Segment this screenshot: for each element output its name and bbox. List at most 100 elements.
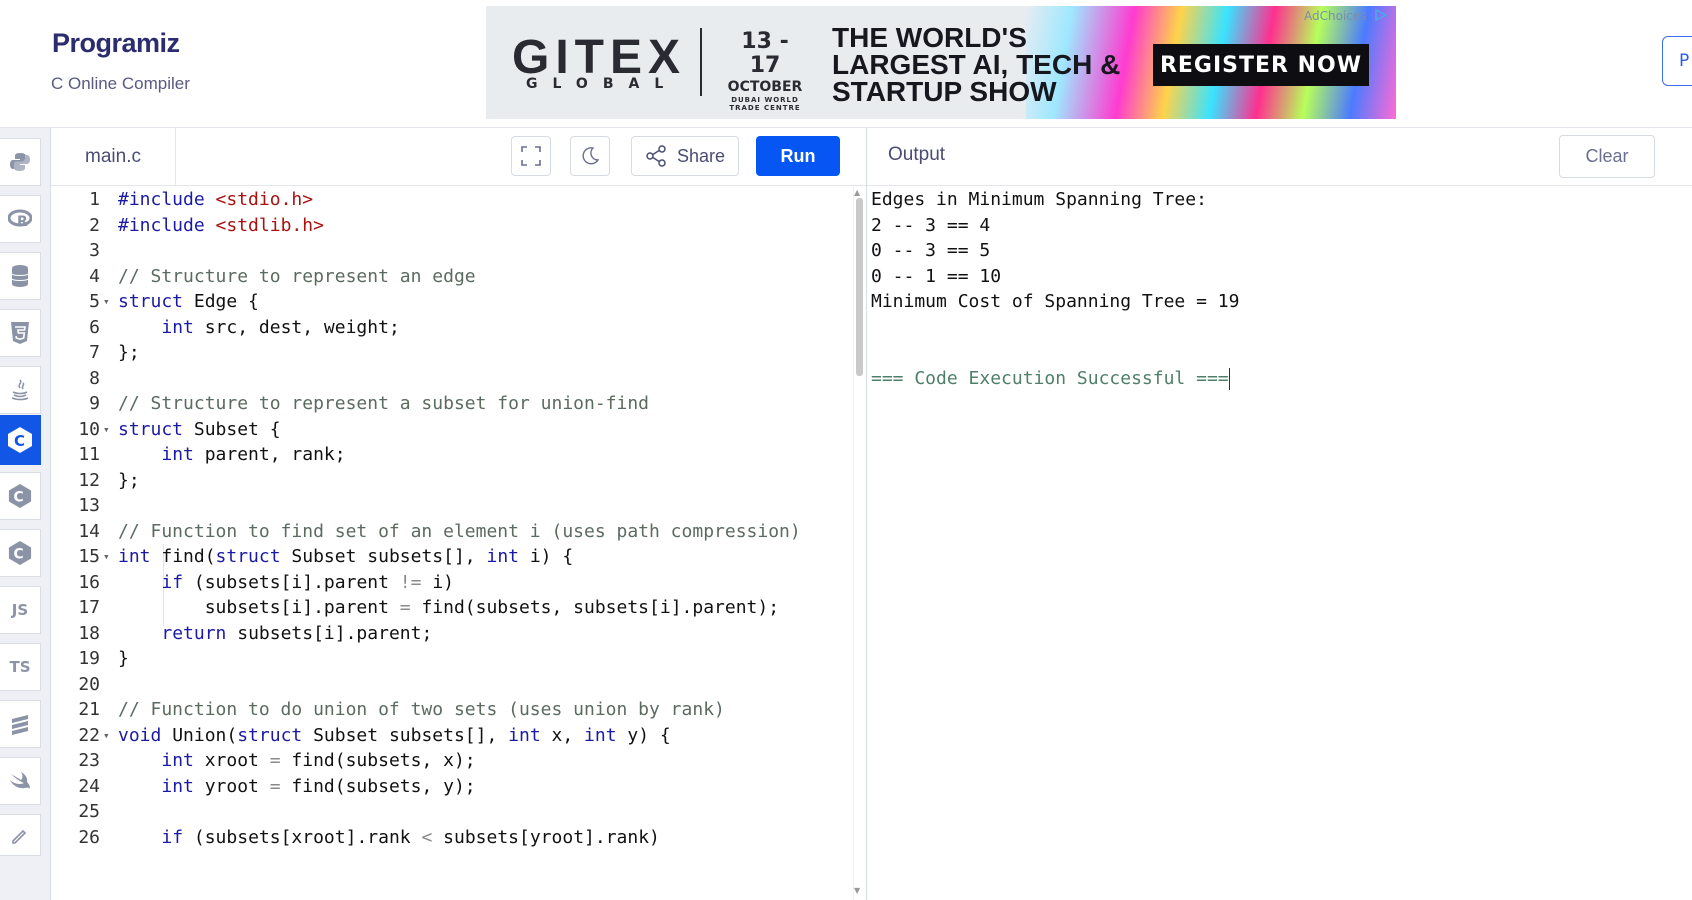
sidebar-item-csharp[interactable]: C [0,529,41,577]
clear-button[interactable]: Clear [1559,135,1655,178]
code-line[interactable]: 26 if (subsets[xroot].rank < subsets[yro… [51,824,851,852]
sidebar-item-c[interactable]: C [0,415,41,465]
output-line: 0 -- 1 == 10 [871,265,1002,287]
code-text: void Union(struct Subset subsets[], int … [118,724,671,746]
code-text: struct Edge { [118,291,259,312]
text-cursor [1228,367,1230,390]
code-line[interactable]: 4 // Structure to represent an edge [51,263,851,291]
code-line[interactable]: 25 [51,798,851,826]
line-number: 18 [78,622,100,644]
line-number: 21 [78,699,100,720]
run-button[interactable]: Run [756,136,840,176]
sidebar-item-swift[interactable] [0,757,41,805]
share-icon [646,145,666,167]
r-language-icon: R [8,209,32,229]
code-line[interactable]: 17 subsets[i].parent = find(subsets, sub… [51,594,851,622]
code-line[interactable]: 1 #include <stdio.h> [51,186,851,214]
code-line[interactable]: 21 // Function to do union of two sets (u… [51,696,851,724]
sidebar-item-js[interactable]: JS [0,586,41,634]
code-line[interactable]: 24 int yroot = find(subsets, y); [51,773,851,801]
code-line[interactable]: 14 // Function to find set of an element … [51,518,851,546]
output-console[interactable]: Edges in Minimum Spanning Tree: 2 -- 3 ==… [867,186,1692,900]
code-line[interactable]: 18 return subsets[i].parent; [51,620,851,648]
line-number: 26 [78,826,100,848]
output-line: Edges in Minimum Spanning Tree: [871,189,1207,210]
share-button[interactable]: Share [631,136,739,176]
editor-scrollbar-thumb[interactable] [856,198,863,376]
code-line[interactable]: 16 if (subsets[i].parent != i) [51,569,851,597]
scroll-down-arrow-icon[interactable]: ▼ [854,886,860,895]
line-number: 10 [78,418,100,440]
ad-divider [700,28,702,96]
ad-headline-3: STARTUP SHOW [832,76,1057,107]
code-line[interactable]: 2 #include <stdlib.h> [51,212,851,240]
sidebar-item-more[interactable] [0,814,41,856]
code-text: int xroot = find(subsets, x); [161,750,476,771]
code-text: } [118,648,129,669]
code-line[interactable]: 10 ▾ struct Subset { [51,416,851,444]
advertisement-banner[interactable]: GITEX GLOBAL 13 - 17 OCTOBER DUBAI WORLD… [486,6,1396,119]
csharp-icon: C [8,541,32,565]
fold-toggle-icon[interactable]: ▾ [103,416,110,444]
sidebar-item-cpp[interactable]: C [0,472,41,520]
line-number: 19 [78,648,100,669]
ad-headline-2: LARGEST AI, TECH & [832,49,1121,80]
line-number: 4 [89,265,100,287]
sidebar-item-ts[interactable]: TS [0,643,41,691]
output-line: === Code Execution Successful === [871,367,1230,390]
output-title: Output [888,144,946,165]
line-number: 3 [89,240,100,261]
code-line[interactable]: 11 int parent, rank; [51,441,851,469]
line-number: 12 [78,469,100,491]
code-line[interactable]: 12}; [51,467,851,495]
code-line[interactable]: 9 // Structure to represent a subset for … [51,390,851,418]
line-number: 2 [89,214,100,236]
header-right-button[interactable]: P [1662,36,1692,86]
code-line[interactable]: 13 [51,492,851,520]
swift-icon [10,772,30,789]
code-line[interactable]: 8 [51,365,851,393]
line-number: 25 [78,801,100,822]
sidebar-item-java[interactable] [0,366,41,414]
fold-toggle-icon[interactable]: ▾ [103,288,110,316]
line-number: 23 [78,750,100,771]
sidebar-item-sql[interactable] [0,252,41,300]
fold-toggle-icon[interactable]: ▾ [103,722,110,750]
code-line[interactable]: 15 ▾ int find(struct Subset subsets[], int… [51,543,851,571]
database-icon [11,265,29,287]
sidebar-item-python[interactable] [0,138,41,186]
c-language-icon: C [8,427,32,453]
code-line[interactable]: 22 ▾ void Union(struct Subset subsets[], i… [51,722,851,750]
code-line[interactable]: 23 int xroot = find(subsets, x); [51,747,851,775]
sidebar-item-html[interactable] [0,309,41,357]
fold-toggle-icon[interactable]: ▾ [103,543,110,571]
line-number: 8 [89,367,100,389]
code-line[interactable]: 19} [51,645,851,673]
moon-icon [582,147,600,165]
ad-month: OCTOBER [727,79,803,95]
code-line[interactable]: 6 int src, dest, weight; [51,314,851,342]
code-line[interactable]: 7}; [51,339,851,367]
top-header: Programiz C Online Compiler GITEX GLOBAL… [0,0,1692,128]
programiz-logo[interactable]: Programiz [52,28,180,59]
fullscreen-button[interactable] [511,136,551,176]
code-text: int yroot = find(subsets, y); [161,775,476,797]
svg-text:C: C [14,432,25,450]
ad-brand-sub: GLOBAL [526,76,679,92]
line-number: 11 [78,444,100,465]
stack-icon [12,715,28,735]
theme-toggle-button[interactable] [570,136,610,176]
sidebar-item-r[interactable]: R [0,195,41,243]
adchoices-icon[interactable] [1374,9,1388,21]
ad-register-button[interactable]: REGISTER NOW [1153,44,1369,86]
code-line[interactable]: 3 [51,237,851,265]
code-editor[interactable]: 1 #include <stdio.h> 2 #include <stdlib.h> 3… [51,186,851,900]
sidebar-item-go[interactable] [0,700,41,748]
adchoices-label[interactable]: AdChoices [1304,9,1367,23]
code-line[interactable]: 5 ▾ struct Edge { [51,288,851,316]
scroll-up-arrow-icon[interactable]: ▲ [854,188,860,197]
file-tab-main[interactable]: main.c [51,128,176,185]
html5-icon [11,322,29,344]
ad-headline-1: THE WORLD'S [832,22,1027,53]
code-line[interactable]: 20 [51,671,851,699]
